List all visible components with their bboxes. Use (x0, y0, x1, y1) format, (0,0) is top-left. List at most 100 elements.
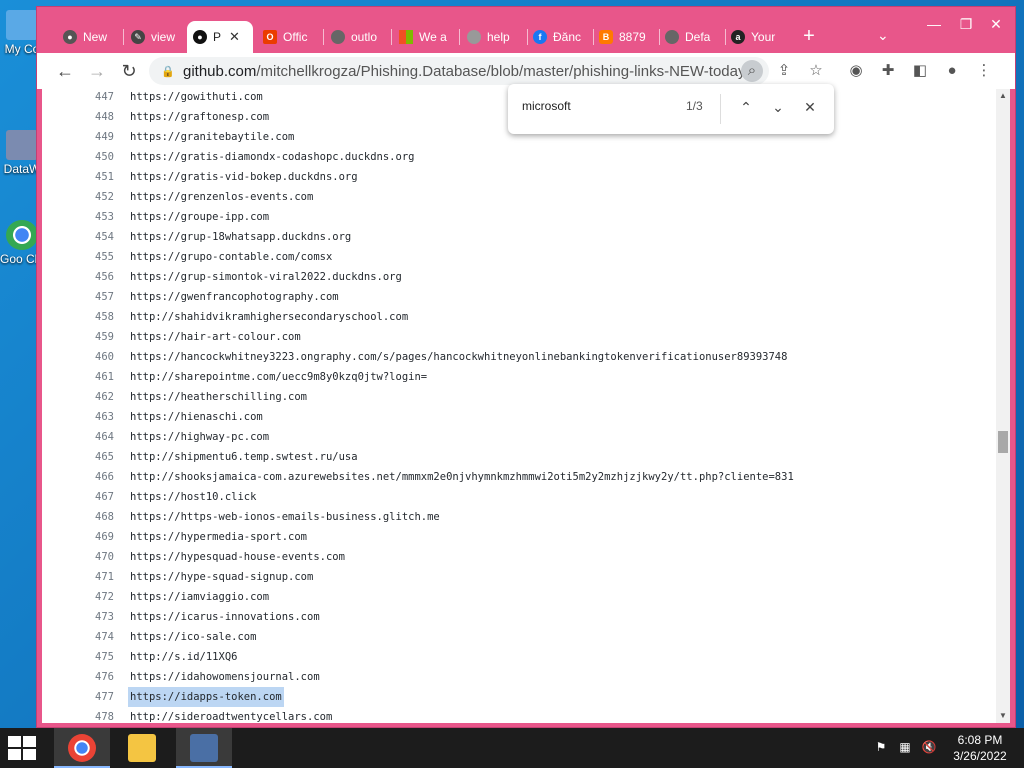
tab-label: 8879 (619, 30, 646, 44)
vertical-scrollbar[interactable]: ▲ ▼ (996, 89, 1010, 723)
taskbar-tool-app[interactable] (176, 728, 232, 768)
minimize-button[interactable]: — (919, 13, 949, 35)
new-tab-button[interactable]: + (797, 25, 821, 48)
code-line: 459 https://hair-art-colour.com (42, 327, 992, 347)
code-line-text: https://hypermedia-sport.com (130, 531, 308, 543)
back-button[interactable]: ← (53, 59, 77, 83)
globe-icon (467, 30, 481, 44)
find-input[interactable]: microsoft (522, 99, 682, 113)
line-number[interactable]: 467 (74, 487, 114, 507)
line-number[interactable]: 468 (74, 507, 114, 527)
line-number[interactable]: 470 (74, 547, 114, 567)
taskbar-chrome[interactable] (54, 728, 110, 768)
url-path: /mitchellkrogza/Phishing.Database/blob/m… (256, 62, 762, 80)
line-number[interactable]: 457 (74, 287, 114, 307)
code-line-text-selected: https://idapps-token.com (128, 687, 284, 707)
windows-start-icon[interactable] (8, 736, 38, 760)
tab-label: We a (419, 30, 447, 44)
line-number[interactable]: 454 (74, 227, 114, 247)
line-number[interactable]: 449 (74, 127, 114, 147)
tab-outlook[interactable]: outlo (325, 23, 391, 51)
tab-microsoft[interactable]: We a (393, 23, 459, 51)
line-number[interactable]: 469 (74, 527, 114, 547)
line-number[interactable]: 476 (74, 667, 114, 687)
tab-default[interactable]: Defa (659, 23, 725, 51)
globe-icon (331, 30, 345, 44)
extensions-puzzle-icon[interactable]: ✚ (877, 60, 899, 82)
line-number[interactable]: 453 (74, 207, 114, 227)
code-line-text: https://idahowomensjournal.com (130, 671, 320, 683)
clock-date: 3/26/2022 (953, 749, 1007, 763)
scroll-up-arrow-icon[interactable]: ▲ (996, 89, 1010, 103)
line-number[interactable]: 450 (74, 147, 114, 167)
clock-time: 6:08 PM (957, 733, 1003, 747)
volume-muted-icon[interactable]: 🔇 (920, 740, 938, 756)
code-line-text: https://grup-simontok-viral2022.duckdns.… (130, 271, 402, 283)
line-number[interactable]: 464 (74, 427, 114, 447)
tab-facebook[interactable]: f Đănc (527, 23, 593, 51)
tab-help[interactable]: help (461, 23, 527, 51)
find-in-page-icon[interactable]: ⌕ (741, 60, 763, 82)
system-clock[interactable]: 6:08 PM 3/26/2022 (944, 732, 1016, 764)
find-close-button[interactable]: ✕ (800, 97, 820, 117)
line-number[interactable]: 472 (74, 587, 114, 607)
line-number[interactable]: 466 (74, 467, 114, 487)
line-number[interactable]: 460 (74, 347, 114, 367)
tab-new[interactable]: ● New (57, 23, 123, 51)
line-number[interactable]: 461 (74, 367, 114, 387)
line-number[interactable]: 451 (74, 167, 114, 187)
taskbar-file-explorer[interactable] (114, 728, 170, 768)
line-number[interactable]: 478 (74, 707, 114, 723)
reload-button[interactable]: ↻ (117, 59, 141, 83)
line-number[interactable]: 471 (74, 567, 114, 587)
line-number[interactable]: 452 (74, 187, 114, 207)
tab-github-active[interactable]: ● P ✕ (187, 21, 253, 53)
tab-separator (123, 29, 124, 45)
tab-blogger[interactable]: B 8879 (593, 23, 659, 51)
side-panel-icon[interactable]: ◧ (909, 60, 931, 82)
code-line-text: https://grenzenlos-events.com (130, 191, 314, 203)
bookmark-star-icon[interactable]: ☆ (805, 60, 827, 82)
code-line: 474 https://ico-sale.com (42, 627, 992, 647)
tab-office[interactable]: O Offic (257, 23, 323, 51)
line-number[interactable]: 475 (74, 647, 114, 667)
code-line: 472 https://iamviaggio.com (42, 587, 992, 607)
network-icon[interactable]: ▦ (896, 740, 914, 756)
line-number[interactable]: 465 (74, 447, 114, 467)
tab-label: New (83, 30, 108, 44)
chrome-icon: ● (63, 30, 77, 44)
forward-button[interactable]: → (85, 59, 109, 83)
line-number[interactable]: 459 (74, 327, 114, 347)
scrollbar-thumb[interactable] (998, 431, 1008, 453)
find-previous-button[interactable]: ⌃ (736, 97, 756, 117)
tab-close-button[interactable]: ✕ (229, 29, 240, 45)
line-number[interactable]: 447 (74, 89, 114, 107)
line-number[interactable]: 448 (74, 107, 114, 127)
line-number[interactable]: 462 (74, 387, 114, 407)
line-number[interactable]: 463 (74, 407, 114, 427)
line-number[interactable]: 456 (74, 267, 114, 287)
code-line-text: https://grup-18whatsapp.duckdns.org (130, 231, 352, 243)
profile-avatar-icon[interactable]: ● (941, 60, 963, 82)
code-line-text: https://highway-pc.com (130, 431, 270, 443)
tab-amazon[interactable]: a Your (725, 23, 791, 51)
line-number[interactable]: 477 (74, 687, 114, 707)
menu-kebab-icon[interactable]: ⋮ (973, 60, 995, 82)
tab-label: P (213, 30, 222, 44)
code-line-text: https://granitebaytile.com (130, 131, 295, 143)
line-number[interactable]: 458 (74, 307, 114, 327)
scroll-down-arrow-icon[interactable]: ▼ (996, 709, 1010, 723)
close-button[interactable]: ✕ (981, 13, 1011, 35)
address-bar[interactable]: 🔒 github.com /mitchellkrogza/Phishing.Da… (149, 57, 769, 85)
tab-search-button[interactable]: ⌄ (877, 27, 889, 44)
share-icon[interactable]: ⇪ (773, 60, 795, 82)
maximize-button[interactable]: ❐ (951, 13, 981, 35)
tab-view[interactable]: ✎ view (125, 23, 189, 51)
line-number[interactable]: 455 (74, 247, 114, 267)
line-number[interactable]: 473 (74, 607, 114, 627)
extension-globe-icon[interactable]: ◉ (845, 60, 867, 82)
find-next-button[interactable]: ⌄ (768, 97, 788, 117)
line-number[interactable]: 474 (74, 627, 114, 647)
code-line-text: https://hype-squad-signup.com (130, 571, 314, 583)
flag-icon[interactable]: ⚑ (872, 740, 890, 756)
